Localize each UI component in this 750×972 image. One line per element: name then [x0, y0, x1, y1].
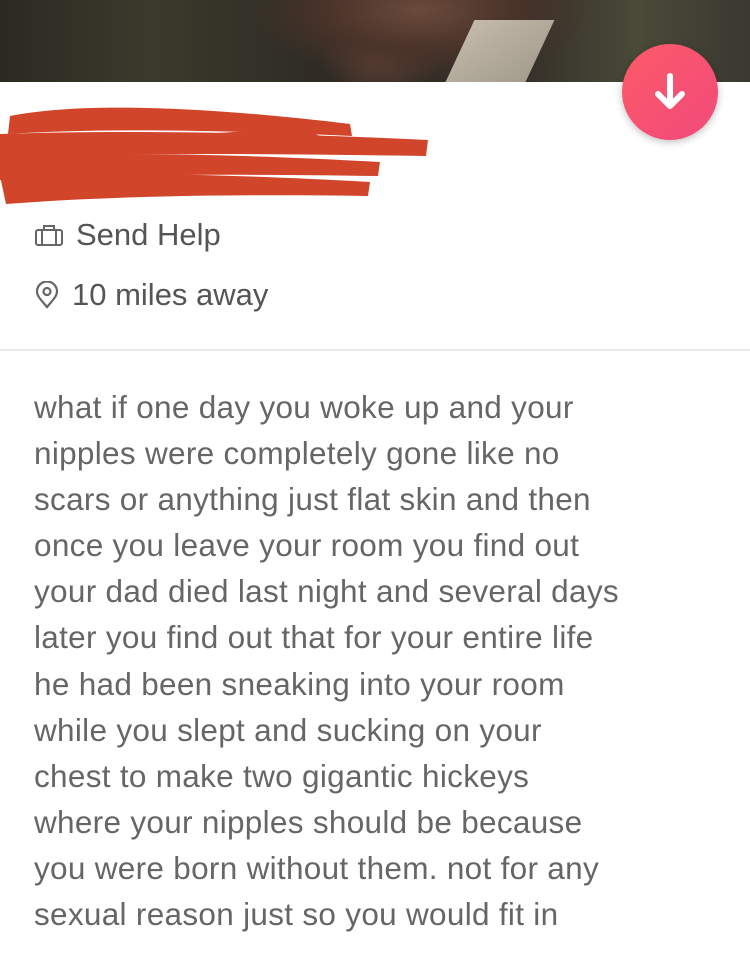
job-title: Send Help — [76, 217, 221, 252]
bio-line: chest to make two gigantic hickeys — [34, 757, 530, 794]
bio-line: while you slept and sucking on your — [34, 711, 542, 748]
bio-line: nipples were completely gone like no — [34, 435, 560, 472]
bio-line: sexual reason just so you would fit in — [34, 896, 559, 933]
bio-text: what if one day you woke up and your nip… — [34, 384, 734, 937]
job-row: Send Help — [34, 217, 221, 253]
bio-line: once you leave your room you find out — [34, 527, 580, 564]
bio-line: you were born without them. not for any — [34, 849, 599, 886]
bio-line: later you find out that for your entire … — [34, 619, 594, 656]
bio-line: what if one day you woke up and your — [34, 389, 574, 425]
photo-collar — [445, 20, 555, 82]
briefcase-icon — [35, 225, 63, 246]
section-divider — [0, 349, 750, 351]
bio-line: scars or anything just flat skin and the… — [34, 481, 591, 518]
bio-line: he had been sneaking into your room — [34, 665, 565, 702]
distance-row: 10 miles away — [34, 277, 268, 313]
collapse-profile-button[interactable] — [622, 44, 718, 140]
arrow-down-icon — [655, 73, 685, 109]
bio-line: where your nipples should be because — [34, 803, 583, 840]
distance-text: 10 miles away — [72, 277, 269, 312]
redacted-name — [0, 107, 428, 204]
location-pin-icon — [35, 281, 59, 309]
bio-line: your dad died last night and several day… — [34, 573, 619, 610]
